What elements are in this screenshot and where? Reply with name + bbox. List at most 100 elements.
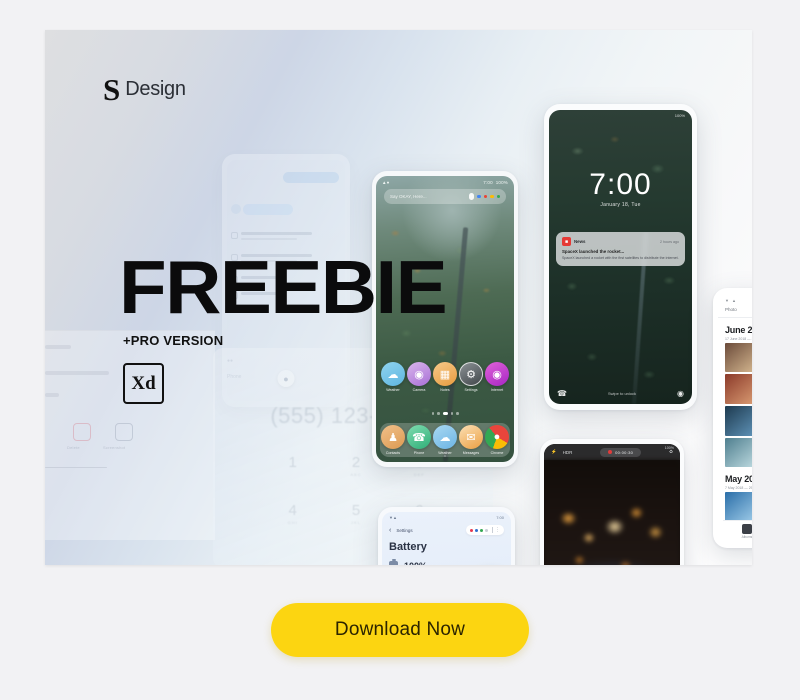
gallery-section-range: 7 May 2018 — 29 May 2018	[725, 485, 752, 490]
phone-icon: ☎	[407, 425, 431, 449]
app-label: Weather	[386, 388, 400, 392]
gallery-section-range: 17 June 2018 — 28 June 2018	[725, 336, 752, 341]
keypad-key: 1	[261, 454, 324, 477]
suggestion-icon	[231, 232, 238, 239]
gallery-tab-photo[interactable]: Photo	[718, 303, 752, 318]
keypad-letters: DEF	[413, 472, 425, 477]
gallery-section-title: June 2018	[725, 325, 752, 335]
app-label: Camera	[412, 388, 426, 392]
background-left-panel: Delete Screenshot	[45, 330, 215, 540]
notification-app-name: News	[574, 239, 586, 244]
keypad-key: 4 GHI	[261, 502, 324, 525]
video-record-indicator: 00:00:30	[600, 447, 642, 457]
assistant-dot-green	[496, 194, 500, 199]
app-label: Notes	[440, 388, 450, 392]
app-weather[interactable]: ☁ Weather	[381, 362, 405, 392]
download-now-button[interactable]: Download Now	[271, 603, 529, 657]
more-vertical-icon[interactable]: ⋮	[495, 527, 500, 533]
gallery-screen: ▼ ▲ Photo June 2018 17 June 2018 — 28 Ju…	[718, 294, 752, 542]
search-placeholder: Say OKAY, Here...	[390, 194, 427, 199]
weather-icon: ☁	[381, 362, 405, 386]
weather-icon: ☁	[433, 425, 457, 449]
settings-status-time: 7:00	[496, 515, 504, 520]
gallery-status-bar: ▼ ▲	[718, 294, 752, 303]
notes-icon: ▦	[433, 362, 457, 386]
battery-percent: 100%	[404, 561, 435, 565]
bg-left-icon-label-1: Screenshot	[103, 445, 126, 450]
video-mode[interactable]: HDR	[563, 450, 573, 455]
gallery-section-title: May 2018	[725, 474, 752, 485]
app-notes[interactable]: ▦ Notes	[433, 362, 457, 392]
assistant-dot-blue	[477, 194, 481, 199]
dock-messages[interactable]: ✉ Messages	[459, 425, 483, 455]
lock-screen: 100% 7:00 January 18, Tue ■ News 2 hours…	[549, 110, 692, 404]
app-label: Internet	[490, 388, 504, 392]
dock-chrome[interactable]: ● Chrome	[485, 425, 509, 455]
gallery-bottom-nav: Albums Cloud	[723, 520, 752, 542]
app-camera[interactable]: ◉ Camera	[407, 362, 431, 392]
home-status-battery: 100%	[495, 180, 508, 185]
gallery-grid	[718, 491, 752, 522]
hero-subtitle: +PRO VERSION	[123, 333, 224, 348]
app-internet[interactable]: ◉ Internet	[485, 362, 509, 392]
chevron-left-icon[interactable]: ‹	[389, 527, 391, 534]
settings-top-bar: ‹ Settings ⋮	[382, 520, 511, 535]
gallery-thumb[interactable]	[725, 342, 752, 373]
flash-icon[interactable]: ⚡	[551, 449, 557, 455]
brand-name: Design	[125, 78, 186, 100]
mail-icon: ✉	[459, 425, 483, 449]
video-top-bar: ⚡ HDR 00:00:30 ♻	[544, 444, 680, 460]
adobe-xd-badge: Xd	[123, 363, 164, 404]
gear-icon: ⚙	[459, 362, 483, 386]
brand-logo: S Design	[103, 74, 186, 105]
battery-summary-row: 100% Condition: excellent	[382, 553, 511, 565]
gallery-grid	[718, 342, 752, 468]
keypad-digit: 2	[351, 454, 361, 471]
lock-bottom-bar: ☎ Swipe to unlock ◉	[549, 389, 692, 398]
record-dot-icon	[608, 450, 613, 454]
chat-bubble-outgoing	[283, 172, 339, 183]
delete-icon	[73, 423, 91, 441]
camera-icon[interactable]: ◉	[677, 389, 684, 398]
news-icon: ■	[562, 237, 571, 246]
lock-notification-card[interactable]: ■ News 2 hours ago SpaceX launched the r…	[556, 232, 685, 266]
phone-mockup-gallery: ▼ ▲ Photo June 2018 17 June 2018 — 28 Ju…	[713, 288, 752, 548]
signal-icon: ▼	[725, 298, 729, 303]
gallery-thumb[interactable]	[725, 374, 752, 404]
mic-icon[interactable]	[469, 193, 474, 200]
video-viewfinder	[544, 460, 680, 565]
chrome-icon: ●	[485, 425, 509, 449]
keypad-letters: ABC	[350, 472, 362, 477]
assistant-dot-yellow	[490, 194, 494, 199]
home-page-indicator[interactable]	[376, 412, 514, 415]
mic-icon[interactable]: ●	[277, 370, 295, 387]
gallery-nav-label: Albums	[741, 535, 752, 540]
notification-title: SpaceX launched the rocket...	[562, 249, 625, 254]
dock-weather[interactable]: ☁ Weather	[433, 425, 457, 455]
gallery-nav-albums[interactable]: Albums	[741, 523, 752, 540]
keypad-letters: GHI	[287, 520, 298, 525]
gallery-thumb[interactable]	[725, 491, 752, 522]
settings-page-title: Battery	[389, 541, 427, 553]
dock-contacts[interactable]: ♟ Contacts	[381, 425, 405, 455]
app-settings[interactable]: ⚙ Settings	[459, 362, 483, 392]
albums-icon	[741, 523, 752, 534]
page-title: FREEBIE	[119, 245, 448, 329]
lock-time: 7:00	[589, 168, 652, 201]
lock-hint: Swipe to unlock	[607, 391, 636, 396]
dock-phone[interactable]: ☎ Phone	[407, 425, 431, 455]
video-status-battery: 100%	[664, 446, 674, 450]
lock-status-bar: 100%	[556, 113, 685, 118]
chat-avatar	[231, 204, 241, 214]
wifi-icon: ▲	[731, 298, 736, 303]
video-screen: 100% ⚡ HDR 00:00:30 ♻	[544, 444, 680, 565]
hero-banner-card: Delete Screenshot ●● 7:00 Phone (555) 12…	[45, 30, 752, 565]
gallery-thumb[interactable]	[725, 405, 752, 436]
home-search-bar[interactable]: Say OKAY, Here...	[384, 189, 506, 204]
phone-icon[interactable]: ☎	[557, 389, 567, 398]
phone-mockup-settings: ▼▲ 7:00 ‹ Settings ⋮ Battery	[378, 507, 515, 565]
app-label: Settings	[464, 388, 478, 392]
settings-color-pill[interactable]: ⋮	[466, 525, 504, 535]
home-app-row: ☁ Weather ◉ Camera ▦ Notes ⚙ Settings ◉ …	[381, 362, 509, 392]
gallery-thumb[interactable]	[725, 437, 752, 468]
